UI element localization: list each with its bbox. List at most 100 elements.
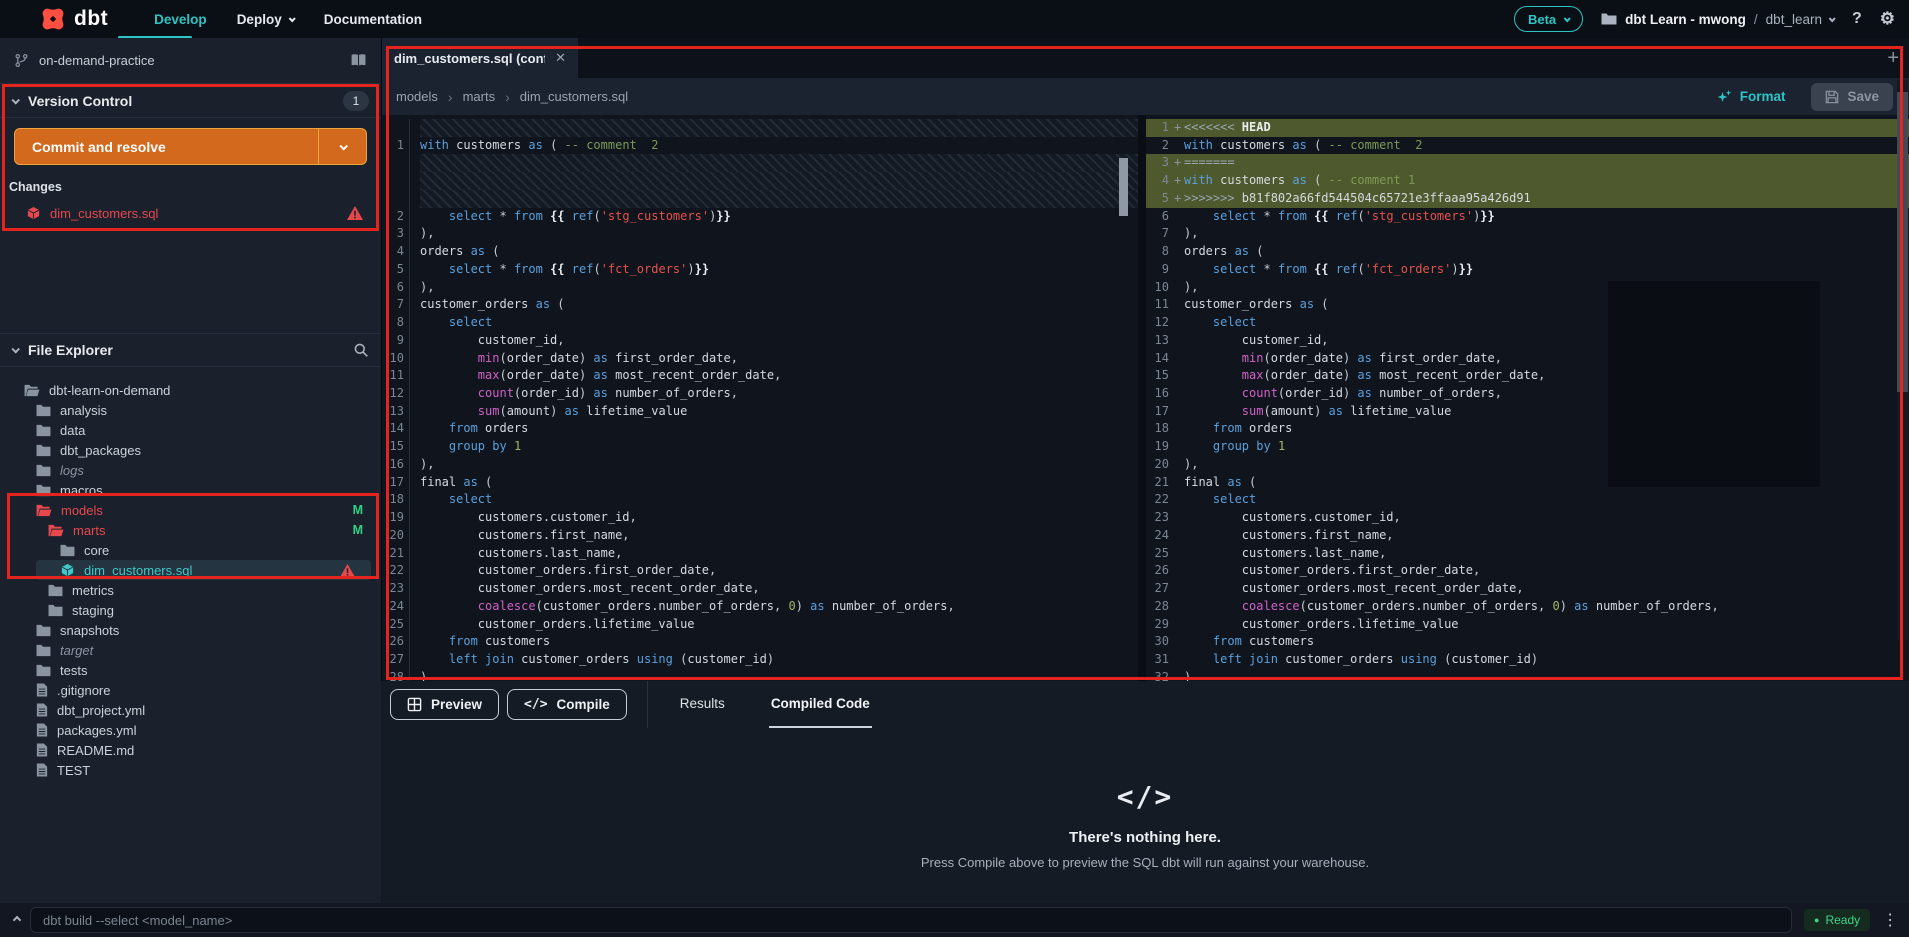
code-line: 15 group by 1 xyxy=(382,438,1138,456)
code-line: 6), xyxy=(382,278,1138,297)
tab-develop[interactable]: Develop xyxy=(154,12,207,27)
line-number: 20 xyxy=(382,526,410,545)
tree-item-label: dim_customers.sql xyxy=(84,562,193,578)
code-line: 32) xyxy=(1146,669,1909,681)
code-line: 19 customers.customer_id, xyxy=(382,509,1138,527)
tree-item-models[interactable]: models M xyxy=(0,500,381,520)
settings-gear-icon[interactable]: ⚙ xyxy=(1880,9,1895,29)
format-button[interactable]: Format xyxy=(1716,89,1785,105)
line-number: 5 xyxy=(382,260,410,279)
code-line: 21 customers.last_name, xyxy=(382,544,1138,563)
code-pane-current[interactable]: 1 with customers as ( -- comment 2 2 selec… xyxy=(382,115,1138,681)
code-line: 25 customers.last_name, xyxy=(1146,545,1909,563)
left-pane-scrollbar[interactable] xyxy=(1119,158,1128,216)
branch-name: on-demand-practice xyxy=(39,53,155,68)
tree-item-dbt-learn-on-demand[interactable]: dbt-learn-on-demand xyxy=(0,380,381,400)
tree-item-target[interactable]: target xyxy=(0,640,381,660)
changed-file-row[interactable]: dim_customers.sql xyxy=(0,200,381,226)
code-line: 23 customer_orders.most_recent_order_dat… xyxy=(382,580,1138,598)
file-explorer-header[interactable]: File Explorer xyxy=(0,333,381,367)
tree-item-staging[interactable]: staging xyxy=(0,600,381,620)
compile-button[interactable]: </> Compile xyxy=(507,689,627,720)
tree-item-metrics[interactable]: metrics xyxy=(0,580,381,600)
line-number: 9 xyxy=(1161,261,1169,276)
kebab-menu-icon[interactable]: ⋮ xyxy=(1882,910,1898,930)
editor-toolbar: models › marts › dim_customers.sql Forma… xyxy=(382,78,1909,115)
code-line: 26 from customers xyxy=(382,633,1138,652)
line-number: 25 xyxy=(382,615,410,634)
help-button[interactable]: ? xyxy=(1852,10,1862,28)
tab-results[interactable]: Results xyxy=(678,681,727,728)
close-icon[interactable]: ✕ xyxy=(555,50,566,66)
environment-dropdown[interactable]: dbt_learn xyxy=(1766,12,1836,27)
tree-item-label: data xyxy=(60,422,86,438)
line-number: 10 xyxy=(382,349,410,368)
line-number: 19 xyxy=(1154,439,1169,454)
tree-item-packages.yml[interactable]: packages.yml xyxy=(0,720,381,740)
editor-tab-dim-customers[interactable]: dim_customers.sql (confli... ✕ xyxy=(382,38,578,78)
folder-icon xyxy=(48,584,63,597)
tree-item-TEST[interactable]: TEST xyxy=(0,760,381,780)
line-number: 6 xyxy=(1161,208,1169,223)
version-control-header[interactable]: Version Control 1 xyxy=(0,84,381,118)
tree-item-README.md[interactable]: README.md xyxy=(0,740,381,760)
docs-book-icon[interactable] xyxy=(350,53,367,68)
command-input[interactable]: dbt build --select <model_name> xyxy=(30,907,1792,933)
line-number: 25 xyxy=(1154,545,1169,560)
branch-selector[interactable]: on-demand-practice xyxy=(0,38,381,84)
tree-item-dbt_packages[interactable]: dbt_packages xyxy=(0,440,381,460)
beta-dropdown[interactable]: Beta xyxy=(1513,6,1584,32)
commit-options-dropdown[interactable] xyxy=(318,129,366,164)
new-tab-button[interactable]: + xyxy=(1887,47,1899,70)
commit-button-label[interactable]: Commit and resolve xyxy=(15,129,318,164)
tree-item-marts[interactable]: marts M xyxy=(0,520,381,540)
results-panel: Preview </> Compile Results Compiled Cod… xyxy=(381,681,1909,903)
dbt-logo[interactable]: dbt xyxy=(40,6,108,32)
tree-item-snapshots[interactable]: snapshots xyxy=(0,620,381,640)
tree-item-label: macros xyxy=(60,482,103,498)
code-line: 3), xyxy=(382,225,1138,244)
pane-divider[interactable] xyxy=(1138,115,1146,681)
tree-item-tests[interactable]: tests xyxy=(0,660,381,680)
code-line: 2 select * from {{ ref('stg_customers')}… xyxy=(382,207,1138,226)
line-number: 3 xyxy=(382,225,410,244)
project-name: dbt Learn - mwong xyxy=(1625,11,1746,27)
empty-state-subtitle: Press Compile above to preview the SQL d… xyxy=(920,855,1370,870)
tree-item-dim_customers.sql[interactable]: dim_customers.sql xyxy=(36,560,371,580)
project-selector[interactable]: dbt Learn - mwong / dbt_learn xyxy=(1601,11,1836,27)
code-line: 29 customer_orders.lifetime_value xyxy=(1146,616,1909,634)
preview-label: Preview xyxy=(431,697,483,712)
divider xyxy=(646,681,648,728)
line-number: 23 xyxy=(382,580,410,598)
commit-and-resolve-button[interactable]: Commit and resolve xyxy=(14,128,367,165)
code-filler-row xyxy=(382,154,1138,173)
folder-open-icon xyxy=(48,524,64,537)
folder-icon xyxy=(60,544,75,557)
tree-item-analysis[interactable]: analysis xyxy=(0,400,381,420)
editor-scrollbar-thumb[interactable] xyxy=(1897,92,1908,392)
chevron-down-icon xyxy=(1563,14,1571,22)
expand-panel-chevron-icon[interactable] xyxy=(12,915,22,925)
tree-item-label: packages.yml xyxy=(57,722,137,738)
tab-deploy[interactable]: Deploy xyxy=(237,12,296,27)
search-icon[interactable] xyxy=(353,342,369,358)
breadcrumb-marts: marts xyxy=(462,89,496,104)
save-button[interactable]: Save xyxy=(1811,82,1893,111)
line-number: 26 xyxy=(1154,563,1169,578)
tree-item-macros[interactable]: macros xyxy=(0,480,381,500)
tree-item-dbt_project.yml[interactable]: dbt_project.yml xyxy=(0,700,381,720)
tree-item-.gitignore[interactable]: .gitignore xyxy=(0,680,381,700)
line-number: 5 xyxy=(1161,190,1169,205)
file-icon xyxy=(36,683,48,697)
tree-item-data[interactable]: data xyxy=(0,420,381,440)
tree-item-core[interactable]: core xyxy=(0,540,381,560)
code-line: 7 customer_orders as ( xyxy=(382,296,1138,315)
file-explorer-title: File Explorer xyxy=(28,342,113,358)
tab-documentation[interactable]: Documentation xyxy=(324,12,422,27)
preview-button[interactable]: Preview xyxy=(390,689,500,720)
changes-count-badge: 1 xyxy=(343,90,369,111)
code-line: 2 with customers as ( -- comment 2 xyxy=(1146,137,1909,155)
tree-item-logs[interactable]: logs xyxy=(0,460,381,480)
folder-open-icon xyxy=(24,384,40,397)
tab-compiled-code[interactable]: Compiled Code xyxy=(768,681,872,728)
